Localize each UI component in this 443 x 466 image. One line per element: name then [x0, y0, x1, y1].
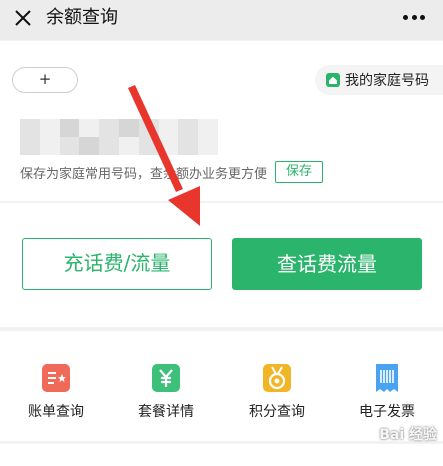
page-title: 余额查询 — [46, 7, 118, 28]
save-button[interactable]: 保存 — [275, 161, 324, 183]
phone-number-card: + 我的家庭号码 保存为家庭常用号码，查余额办业务更方便 保存 — [0, 41, 443, 201]
home-number-label: 我的家庭号码 — [345, 73, 429, 89]
watermark: Bai 经验 — [379, 427, 437, 443]
service-grid: 账单查询 套餐详情 积分查询 电子发票 — [0, 331, 443, 441]
action-card: 充话费/流量 查话费流量 — [0, 203, 443, 327]
yuan-package-icon — [152, 364, 180, 392]
save-hint-row: 保存为家庭常用号码，查余额办业务更方便 保存 — [20, 161, 324, 183]
medal-icon — [263, 364, 291, 392]
service-label: 套餐详情 — [138, 404, 194, 420]
service-bill[interactable]: 账单查询 — [1, 363, 111, 421]
add-number-button[interactable]: + — [12, 67, 78, 93]
recharge-button[interactable]: 充话费/流量 — [22, 238, 212, 290]
blurred-phone-number — [20, 119, 218, 155]
service-label: 账单查询 — [28, 404, 84, 420]
bottom-strip — [0, 444, 443, 466]
service-label: 电子发票 — [359, 404, 415, 420]
more-dots-icon[interactable] — [403, 15, 425, 21]
service-invoice[interactable]: 电子发票 — [332, 363, 442, 421]
service-package[interactable]: 套餐详情 — [111, 363, 221, 421]
service-points[interactable]: 积分查询 — [222, 363, 332, 421]
invoice-icon — [376, 364, 398, 392]
save-hint-text: 保存为家庭常用号码，查余额办业务更方便 — [20, 166, 268, 182]
my-home-number-button[interactable]: 我的家庭号码 — [315, 65, 443, 95]
query-balance-button[interactable]: 查话费流量 — [232, 238, 422, 290]
home-icon — [326, 73, 340, 87]
close-icon[interactable] — [12, 7, 34, 29]
bill-icon — [42, 364, 70, 392]
top-bar: 余额查询 — [0, 0, 443, 40]
service-label: 积分查询 — [249, 404, 305, 420]
